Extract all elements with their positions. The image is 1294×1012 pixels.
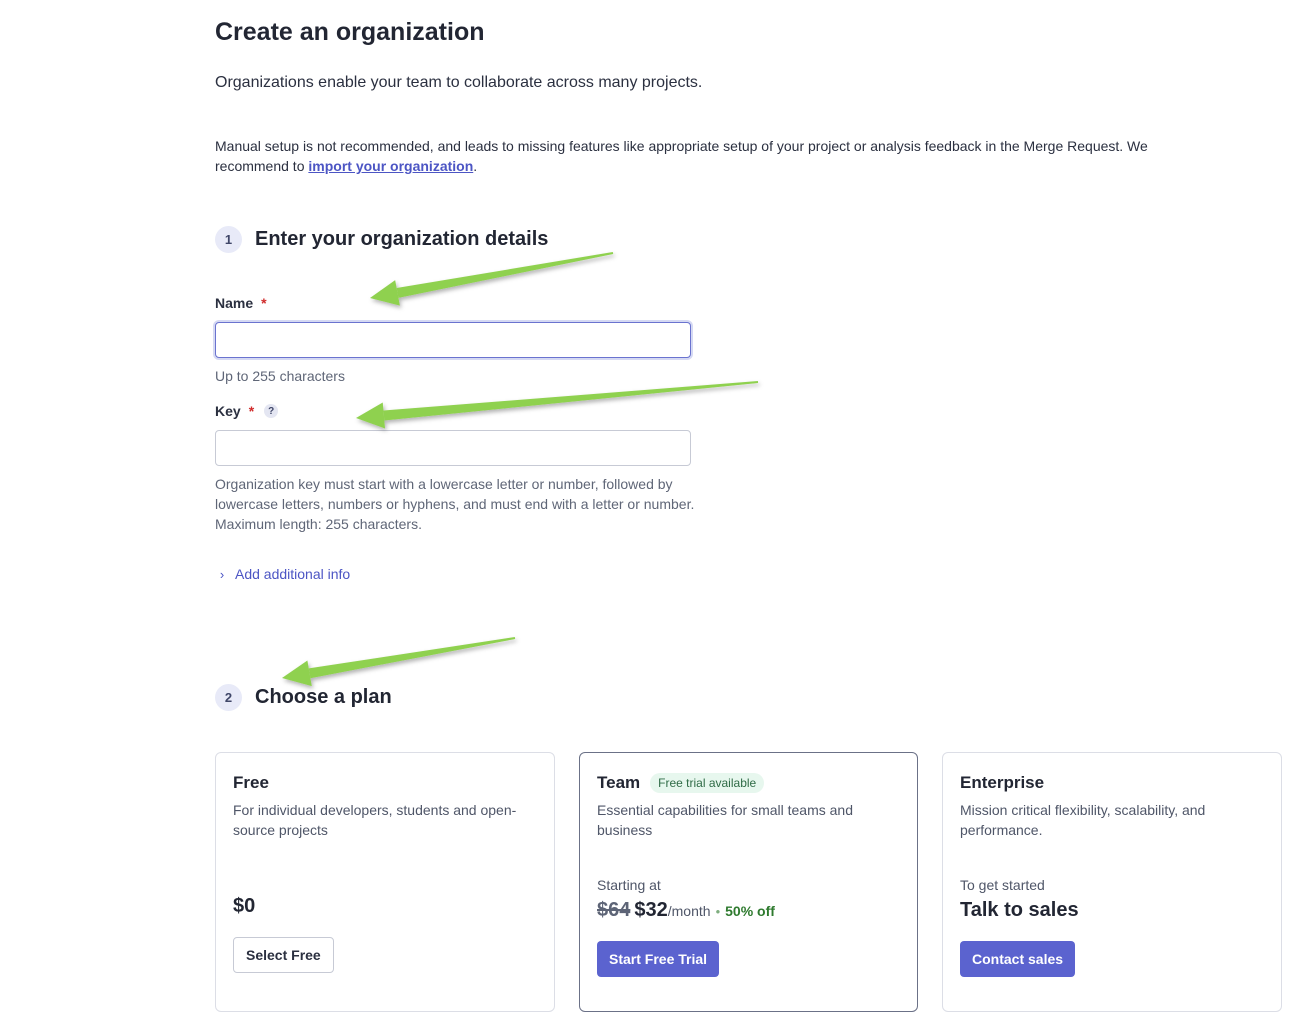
- step-2-title: Choose a plan: [255, 686, 392, 708]
- contact-sales-button[interactable]: Contact sales: [960, 941, 1076, 977]
- plan-name: Free: [233, 773, 269, 792]
- step-1-header: 1 Enter your organization details: [215, 226, 548, 253]
- chevron-right-icon: ›: [219, 566, 225, 582]
- required-asterisk: *: [261, 295, 267, 311]
- step-1-number: 1: [215, 226, 242, 253]
- key-label-text: Key: [215, 403, 241, 419]
- arrow-key-shaft: [383, 381, 759, 421]
- plan-price-row: $64 $32 /month • 50% off: [597, 899, 775, 922]
- required-asterisk: *: [248, 403, 255, 419]
- plan-price-row: $0: [233, 895, 255, 918]
- plan-kicker: Starting at: [597, 877, 661, 893]
- plan-card-header: Enterprise: [960, 773, 1264, 793]
- arrow-name-shaft: [396, 252, 614, 298]
- key-input[interactable]: [215, 430, 691, 466]
- page-subtitle: Organizations enable your team to collab…: [215, 74, 703, 91]
- plan-card-header: Free: [233, 773, 537, 793]
- plan-headline-row: Talk to sales: [960, 899, 1079, 922]
- key-label: Key * ?: [215, 403, 279, 419]
- step-2-header: 2 Choose a plan: [215, 684, 392, 711]
- arrow-key-head: [356, 402, 386, 429]
- arrow-plan-head: [282, 660, 312, 687]
- add-additional-info-toggle[interactable]: › Add additional info: [215, 566, 350, 582]
- plan-headline: Talk to sales: [960, 899, 1079, 921]
- add-additional-info-label: Add additional info: [235, 566, 351, 582]
- start-free-trial-button[interactable]: Start Free Trial: [597, 941, 720, 977]
- plan-card-enterprise[interactable]: Enterprise Mission critical flexibility,…: [942, 752, 1282, 1012]
- plan-card-free[interactable]: Free For individual developers, students…: [215, 752, 555, 1012]
- name-label: Name *: [215, 295, 267, 311]
- plan-card-team[interactable]: Team Free trial available Essential capa…: [579, 752, 918, 1012]
- plan-period: /month: [667, 903, 711, 919]
- plan-kicker: To get started: [960, 877, 1045, 893]
- plan-description: Mission critical flexibility, scalabilit…: [960, 802, 1206, 838]
- import-organization-link[interactable]: import your organization: [308, 158, 473, 174]
- help-icon[interactable]: ?: [264, 404, 279, 418]
- free-trial-badge: Free trial available: [650, 773, 765, 793]
- plan-price: $0: [233, 895, 256, 917]
- manual-setup-notice: Manual setup is not recommended, and lea…: [215, 136, 1225, 176]
- notice-end: .: [473, 158, 478, 174]
- plan-card-header: Team Free trial available: [597, 773, 900, 793]
- name-label-text: Name: [215, 295, 254, 311]
- name-input[interactable]: [215, 322, 691, 358]
- plan-description: Essential capabilities for small teams a…: [597, 802, 854, 838]
- plan-name: Enterprise: [960, 773, 1045, 792]
- step-1-title: Enter your organization details: [255, 228, 549, 250]
- plan-old-price: $64: [597, 899, 631, 921]
- page-title: Create an organization: [215, 18, 485, 46]
- key-hint: Organization key must start with a lower…: [215, 476, 695, 532]
- plan-price: $32: [634, 899, 668, 921]
- arrow-name-head: [370, 280, 400, 306]
- step-2-number: 2: [215, 684, 242, 711]
- arrow-plan-shaft: [308, 637, 516, 679]
- separator-dot: •: [715, 904, 721, 919]
- plan-name: Team: [597, 773, 641, 792]
- select-free-button[interactable]: Select Free: [233, 937, 334, 973]
- discount-label: 50% off: [725, 903, 775, 919]
- name-hint: Up to 255 characters: [215, 368, 345, 384]
- plan-description: For individual developers, students and …: [233, 802, 517, 838]
